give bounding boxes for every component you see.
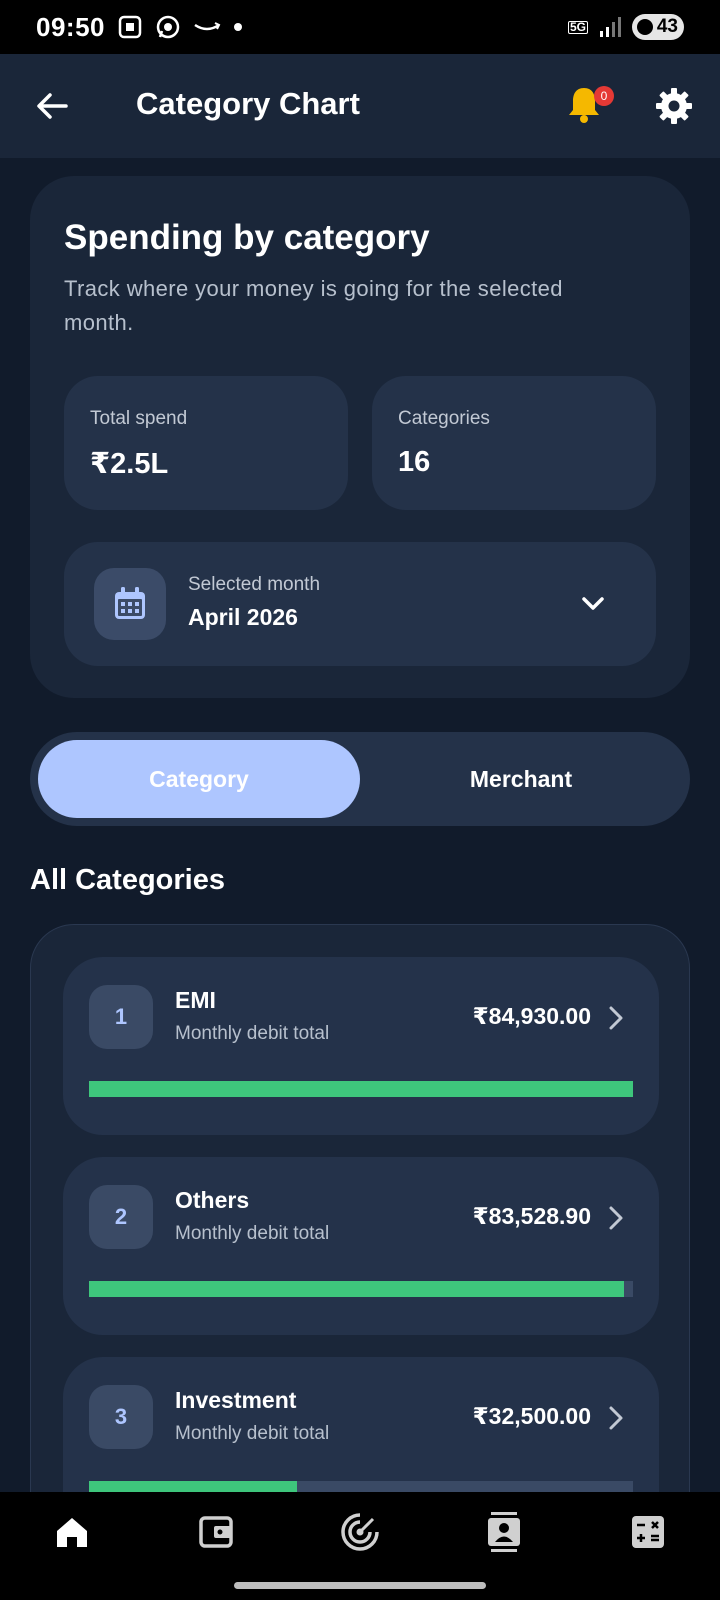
home-icon (57, 1518, 87, 1547)
category-card[interactable]: 1 EMI Monthly debit total ₹84,930.00 (63, 957, 659, 1135)
category-subtitle: Monthly debit total (175, 1023, 330, 1044)
category-amount: ₹84,930.00 (472, 1003, 591, 1029)
section-title: All Categories (30, 864, 225, 896)
rank-badge: 3 (89, 1385, 153, 1449)
summary-title: Spending by category (64, 218, 430, 257)
share-bar-track (89, 1081, 633, 1097)
category-subtitle: Monthly debit total (175, 1423, 330, 1444)
home-indicator[interactable] (234, 1582, 486, 1589)
rank-badge: 1 (89, 985, 153, 1049)
nav-calculator[interactable] (626, 1510, 670, 1554)
network-type: 5G (567, 19, 588, 34)
rank-badge: 2 (89, 1185, 153, 1249)
arrow-left-icon (37, 93, 68, 119)
category-name: Others (175, 1187, 250, 1213)
category-card[interactable]: 2 Others Monthly debit total ₹83,528.90 (63, 1157, 659, 1335)
wallet-icon (199, 1516, 233, 1548)
view-toggle: Category Merchant (30, 732, 690, 826)
tab-merchant[interactable]: Merchant (360, 740, 682, 818)
calendar-icon (94, 568, 166, 640)
radar-icon (341, 1513, 379, 1551)
nav-radar[interactable] (338, 1510, 382, 1554)
total-spend-value: ₹2.5L (90, 448, 169, 480)
categories-label: Categories (398, 408, 490, 429)
month-selector[interactable]: Selected month April 2026 (64, 542, 656, 666)
signal-icon (598, 16, 622, 38)
status-bar: 09:50 5G 43 (0, 0, 720, 54)
month-value: April 2026 (188, 604, 298, 630)
total-spend-stat: Total spend ₹2.5L (64, 376, 348, 510)
total-spend-label: Total spend (90, 408, 188, 429)
tab-category[interactable]: Category (38, 740, 360, 818)
amazon-icon (193, 17, 221, 37)
battery-indicator: 43 (632, 14, 684, 40)
summary-card: Spending by category Track where your mo… (30, 176, 690, 698)
settings-button[interactable] (654, 86, 696, 128)
back-button[interactable] (32, 86, 72, 126)
category-subtitle: Monthly debit total (175, 1223, 330, 1244)
chevron-right-icon (609, 1206, 623, 1230)
nav-home[interactable] (50, 1510, 94, 1554)
month-label: Selected month (188, 574, 321, 595)
gear-icon (656, 88, 692, 124)
status-time: 09:50 (36, 11, 105, 42)
category-amount: ₹83,528.90 (472, 1203, 591, 1229)
category-name: EMI (175, 987, 216, 1013)
status-left: 09:50 (36, 12, 243, 43)
categories-stat: Categories 16 (372, 376, 656, 510)
contacts-icon (488, 1512, 520, 1552)
status-right: 5G 43 (567, 14, 684, 40)
chevron-down-icon (582, 597, 604, 610)
whatsapp-icon (155, 14, 181, 40)
categories-value: 16 (398, 446, 431, 478)
category-name: Investment (175, 1387, 297, 1413)
calculator-icon (632, 1516, 664, 1548)
dot-icon (233, 22, 243, 32)
notification-badge: 0 (594, 86, 614, 106)
battery-level: 43 (656, 16, 678, 37)
notifications-button[interactable]: 0 (566, 84, 614, 128)
category-amount: ₹32,500.00 (472, 1403, 591, 1429)
share-bar-fill (89, 1281, 624, 1297)
nav-wallet[interactable] (194, 1510, 238, 1554)
bottom-nav (0, 1492, 720, 1600)
page-title: Category Chart (136, 86, 360, 121)
screenshot-icon (117, 14, 143, 40)
battery-saver-icon (637, 19, 653, 35)
app-header: Category Chart 0 (0, 54, 720, 158)
chevron-right-icon (609, 1406, 623, 1430)
share-bar-track (89, 1281, 633, 1297)
chevron-right-icon (609, 1006, 623, 1030)
share-bar-fill (89, 1081, 633, 1097)
summary-subtitle: Track where your money is going for the … (64, 276, 563, 335)
nav-contacts[interactable] (482, 1510, 526, 1554)
